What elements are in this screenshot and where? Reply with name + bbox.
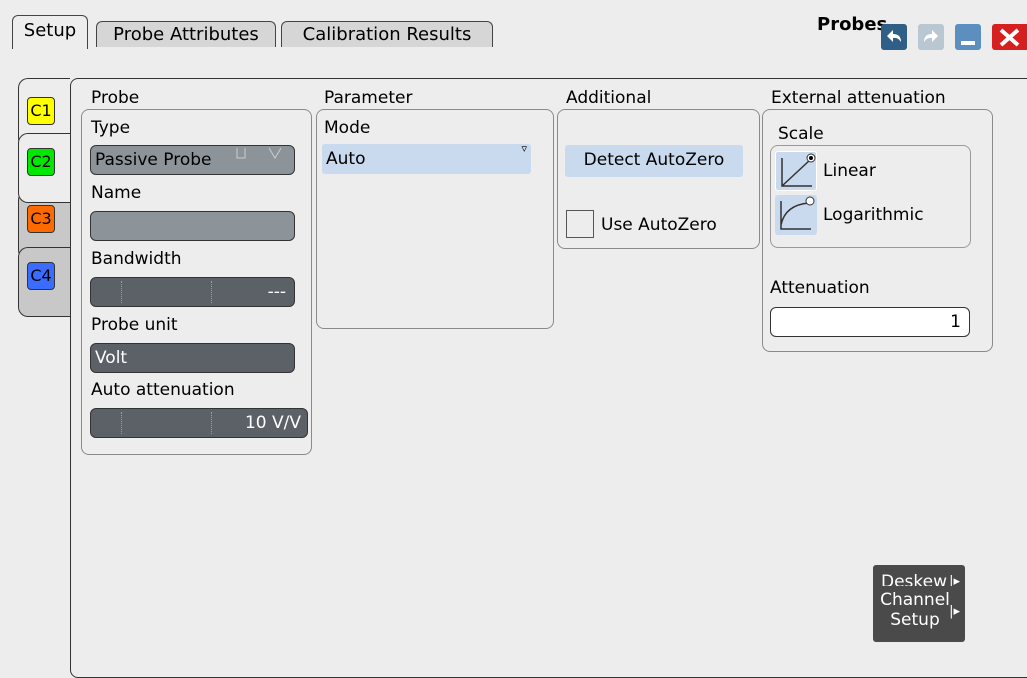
auto-attenuation-field: 10 V/V: [90, 408, 308, 438]
type-value: Passive Probe: [95, 150, 212, 170]
tab-calibration-results[interactable]: Calibration Results: [281, 21, 493, 47]
channel-setup-button[interactable]: Channel Setup |▸: [873, 586, 965, 642]
mode-select[interactable]: Auto ▿: [322, 142, 531, 174]
probe-unit-label: Probe unit: [91, 315, 178, 335]
window-title: Probes: [817, 14, 888, 35]
auto-attenuation-value: 10 V/V: [244, 413, 301, 433]
tab-probe-attributes-label: Probe Attributes: [113, 24, 259, 45]
close-button[interactable]: [992, 24, 1027, 50]
auto-attenuation-label: Auto attenuation: [91, 380, 235, 400]
linear-label: Linear: [823, 161, 876, 181]
bandwidth-value: ---: [267, 282, 286, 302]
undo-button[interactable]: [881, 24, 907, 50]
undo-icon: [887, 30, 901, 42]
linear-scale-icon: [781, 153, 816, 187]
probe-unit-value: Volt: [95, 348, 128, 368]
external-attenuation-heading: External attenuation: [771, 88, 946, 108]
tab-calibration-results-label: Calibration Results: [302, 24, 472, 45]
type-label: Type: [91, 118, 131, 138]
passive-probe-icon: [236, 147, 282, 159]
detect-autozero-button[interactable]: Detect AutoZero: [565, 145, 743, 177]
scale-label: Scale: [778, 124, 824, 144]
channel-c3-label: C3: [27, 205, 55, 233]
mode-label: Mode: [324, 118, 371, 138]
minimize-icon: [961, 41, 975, 45]
attenuation-input[interactable]: 1: [770, 307, 970, 337]
use-autozero-checkbox[interactable]: [566, 210, 594, 238]
dropdown-arrow-icon: ▿: [521, 142, 527, 155]
tab-probe-attributes[interactable]: Probe Attributes: [96, 21, 276, 47]
linear-radio[interactable]: [775, 151, 817, 191]
probe-heading: Probe: [91, 88, 140, 108]
redo-icon: [924, 30, 938, 42]
additional-heading: Additional: [566, 88, 652, 108]
arrow-right-icon: |▸: [949, 604, 960, 619]
close-icon: [999, 28, 1020, 47]
channel-c1-label: C1: [27, 97, 55, 125]
probe-unit-field: Volt: [90, 343, 295, 373]
logarithmic-radio[interactable]: [775, 195, 817, 235]
name-label: Name: [91, 183, 142, 203]
name-field[interactable]: [90, 211, 295, 241]
attenuation-label: Attenuation: [770, 278, 870, 298]
mode-value: Auto: [326, 149, 366, 169]
minimize-button[interactable]: [955, 24, 981, 50]
logarithmic-scale-icon: [780, 196, 815, 230]
channel-tab-c2[interactable]: C2: [18, 133, 70, 203]
parameter-heading: Parameter: [324, 88, 413, 108]
channel-setup-label-line2: Setup: [890, 610, 940, 630]
channel-c4-label: C4: [27, 262, 55, 290]
parameter-group: [316, 109, 554, 329]
bandwidth-field: ---: [90, 277, 295, 307]
tab-setup-label: Setup: [23, 20, 77, 41]
detect-autozero-label: Detect AutoZero: [583, 150, 725, 170]
attenuation-value: 1: [950, 312, 961, 332]
logarithmic-label: Logarithmic: [823, 205, 924, 225]
channel-c2-label: C2: [27, 148, 55, 176]
channel-tab-c4[interactable]: C4: [18, 247, 70, 317]
use-autozero-label: Use AutoZero: [601, 215, 717, 235]
tab-setup[interactable]: Setup: [12, 15, 88, 49]
redo-button[interactable]: [918, 24, 944, 50]
channel-setup-label-line1: Channel: [880, 590, 950, 610]
type-field[interactable]: Passive Probe: [90, 145, 295, 175]
bandwidth-label: Bandwidth: [91, 249, 182, 269]
